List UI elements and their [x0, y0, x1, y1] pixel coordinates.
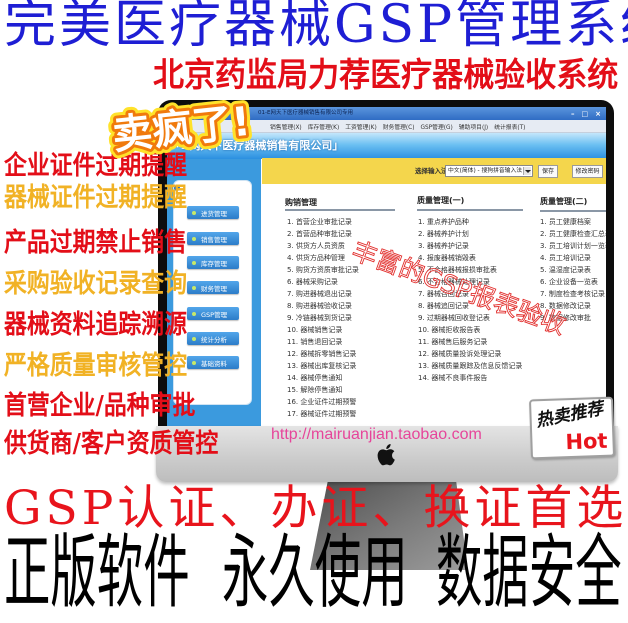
list-item[interactable]: 11. 器械售后服务记录 — [418, 336, 522, 348]
product-advertisement: 完美医疗器械GSP管理系统 北京药监局力荐医疗器械验收系统 01-E网天下医疗器… — [0, 0, 628, 623]
sidebar-item-statistics[interactable]: 统计分析 — [187, 332, 239, 345]
status-dot-icon — [192, 285, 196, 290]
list-item[interactable]: 4. 报废器械销毁表 — [418, 252, 522, 264]
list-item[interactable]: 6. 企业设备一览表 — [540, 276, 606, 288]
list-item[interactable]: 5. 温湿度记录表 — [540, 264, 606, 276]
minimize-icon[interactable]: – — [571, 110, 575, 118]
list-item[interactable]: 10. 器械销售记录 — [287, 324, 359, 336]
list-item[interactable]: 3. 器械养护记录 — [418, 240, 522, 252]
sidebar-item-inventory[interactable]: 库存管理 — [187, 256, 239, 269]
column-divider — [285, 209, 395, 211]
status-dot-icon — [192, 360, 196, 365]
list-item[interactable]: 10. 器械拒收报告表 — [418, 324, 522, 336]
menu-auxiliary[interactable]: 辅助项目(J) — [459, 122, 488, 131]
list-item[interactable]: 3. 员工培训计划一览表 — [540, 240, 606, 252]
column-heading-purchase-sales: 购销管理 — [285, 198, 317, 207]
menu-reports[interactable]: 统计报表(T) — [494, 122, 525, 131]
sidebar-item-label: 库存管理 — [201, 259, 227, 268]
list-item[interactable]: 17. 器械证件过期预警 — [287, 408, 359, 420]
close-icon[interactable]: × — [595, 110, 601, 118]
menu-payroll[interactable]: 工资管理(K) — [345, 122, 377, 131]
list-item[interactable]: 12. 器械拆零销售记录 — [287, 348, 359, 360]
list-item[interactable]: 16. 企业证件过期预警 — [287, 396, 359, 408]
status-dot-icon — [192, 336, 196, 341]
slogan-data-security: 数据安全 — [436, 526, 622, 619]
menu-finance[interactable]: 财务管理(C) — [383, 122, 415, 131]
list-item[interactable]: 4. 员工培训记录 — [540, 252, 606, 264]
headline-subtitle: 北京药监局力荐医疗器械验收系统 — [153, 55, 619, 94]
status-dot-icon — [192, 260, 196, 265]
list-item[interactable]: 1. 重点养护品种 — [418, 216, 522, 228]
feature-first-operation-approval: 首营企业/品种审批 — [4, 391, 196, 421]
list-item[interactable]: 2. 员工健康检查汇总表 — [540, 228, 606, 240]
window-controls: – □ × — [571, 107, 601, 120]
list-item[interactable]: 12. 器械质量投诉处理记录 — [418, 348, 522, 360]
menu-gsp[interactable]: GSP管理(G) — [420, 122, 452, 131]
feature-purchase-inspection-query: 采购验收记录查询 — [4, 269, 188, 299]
list-item[interactable]: 11. 销售退回记录 — [287, 336, 359, 348]
feature-traceability: 器械资料追踪溯源 — [4, 310, 188, 340]
chevron-down-icon[interactable] — [523, 167, 531, 175]
sidebar-item-label: GSP管理 — [201, 310, 228, 319]
sidebar-item-finance[interactable]: 财务管理 — [187, 281, 239, 294]
list-item[interactable]: 5. 购货方资质审批记录 — [287, 264, 359, 276]
list-item[interactable]: 9. 冷链器械到货记录 — [287, 312, 359, 324]
list-item[interactable]: 13. 器械出库复核记录 — [287, 360, 359, 372]
list-item[interactable]: 6. 器械采购记录 — [287, 276, 359, 288]
ime-select-value: 中文(简体) - 搜狗拼音输入法 — [448, 168, 523, 174]
list-item[interactable]: 1. 员工健康档案 — [540, 216, 606, 228]
column-heading-quality-1: 质量管理(一) — [417, 196, 465, 205]
sidebar-item-basic-data[interactable]: 基础资料 — [187, 356, 239, 369]
column-divider — [417, 209, 523, 211]
sticker-text: 卖疯了! — [110, 99, 252, 159]
slogan-permanent-use: 永久使用 — [222, 526, 408, 619]
sidebar-item-label: 基础资料 — [201, 359, 227, 368]
shop-url-link[interactable]: http://mairuanjian.taobao.com — [271, 426, 482, 444]
feature-device-license-expiry: 器械证件过期提醒 — [4, 183, 188, 213]
list-item[interactable]: 7. 购进器械退出记录 — [287, 288, 359, 300]
column-divider — [540, 210, 606, 212]
list-item[interactable]: 13. 器械质量跟踪及信息反馈记录 — [418, 360, 522, 372]
toolbar: 选择输入法 中文(简体) - 搜狗拼音输入法 保存 修改密码 — [262, 158, 606, 184]
status-dot-icon — [192, 210, 196, 215]
list-item[interactable]: 2. 器械养护计划 — [418, 228, 522, 240]
list-item[interactable]: 7. 制度检查考核记录 — [540, 288, 606, 300]
window-title: 01-E网天下医疗器械销售有限公司专用 — [258, 110, 353, 116]
ime-label: 选择输入法 — [415, 167, 448, 175]
menu-sales[interactable]: 销售管理(X) — [270, 122, 302, 131]
feature-supplier-customer-qualification: 供货商/客户资质管控 — [4, 429, 219, 459]
list-item[interactable]: 14. 器械停售通知 — [287, 372, 359, 384]
sidebar-item-label: 统计分析 — [201, 335, 227, 344]
column-heading-quality-2: 质量管理(二) — [540, 197, 588, 206]
list-item[interactable]: 15. 解除停售通知 — [287, 384, 359, 396]
ime-select[interactable]: 中文(简体) - 搜狗拼音输入法 — [445, 165, 533, 177]
save-button[interactable]: 保存 — [538, 165, 558, 178]
sidebar-item-sales[interactable]: 销售管理 — [187, 232, 239, 245]
status-dot-icon — [192, 236, 196, 241]
status-dot-icon — [192, 311, 196, 316]
feature-expired-product-block: 产品过期禁止销售 — [4, 228, 188, 258]
sidebar-item-label: 销售管理 — [201, 235, 227, 244]
feature-quality-control: 严格质量审核管控 — [4, 351, 188, 381]
headline-title: 完美医疗器械GSP管理系统 — [4, 0, 628, 55]
hot-badge: 热卖推荐 Hot — [528, 396, 616, 460]
menu-inventory[interactable]: 库存管理(K) — [308, 122, 340, 131]
list-item[interactable]: 8. 购进器械验收记录 — [287, 300, 359, 312]
hot-badge-label: Hot — [565, 428, 608, 455]
slogan-genuine-software: 正版软件 — [4, 526, 190, 619]
list-item[interactable]: 2. 首营品种审批记录 — [287, 228, 359, 240]
column-list-purchase-sales: 1. 首营企业审批记录 2. 首营品种审批记录 3. 供货方人员资质 4. 供货… — [287, 216, 359, 420]
sidebar-item-purchasing[interactable]: 进货管理 — [187, 206, 239, 219]
maximize-icon[interactable]: □ — [582, 110, 589, 118]
list-item[interactable]: 3. 供货方人员资质 — [287, 240, 359, 252]
list-item[interactable]: 14. 器械不良事件报告 — [418, 372, 522, 384]
sidebar-item-label: 进货管理 — [201, 209, 227, 218]
sidebar-item-gsp[interactable]: GSP管理 — [187, 307, 239, 320]
list-item[interactable]: 1. 首营企业审批记录 — [287, 216, 359, 228]
hot-badge-text: 热卖推荐 — [534, 398, 605, 432]
sidebar-item-label: 财务管理 — [201, 284, 227, 293]
change-password-button[interactable]: 修改密码 — [572, 165, 603, 178]
app-screen: 01-E网天下医疗器械销售有限公司专用 – □ × 销售管理(X) 库存管理(K… — [167, 107, 606, 427]
